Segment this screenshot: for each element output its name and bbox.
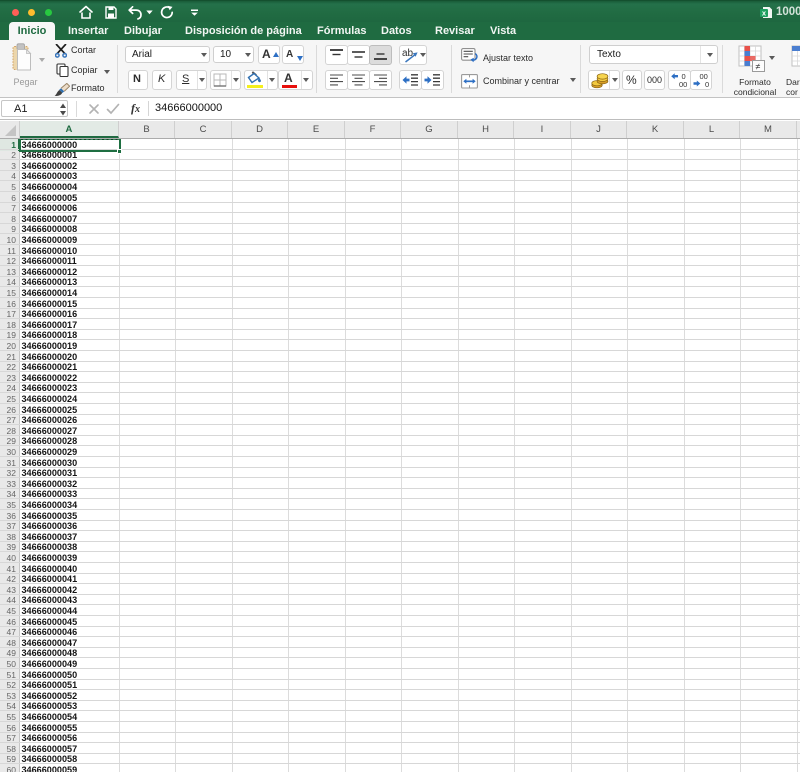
svg-text:0: 0	[705, 80, 709, 88]
svg-text:00: 00	[679, 80, 687, 88]
svg-text:≠: ≠	[756, 62, 761, 72]
